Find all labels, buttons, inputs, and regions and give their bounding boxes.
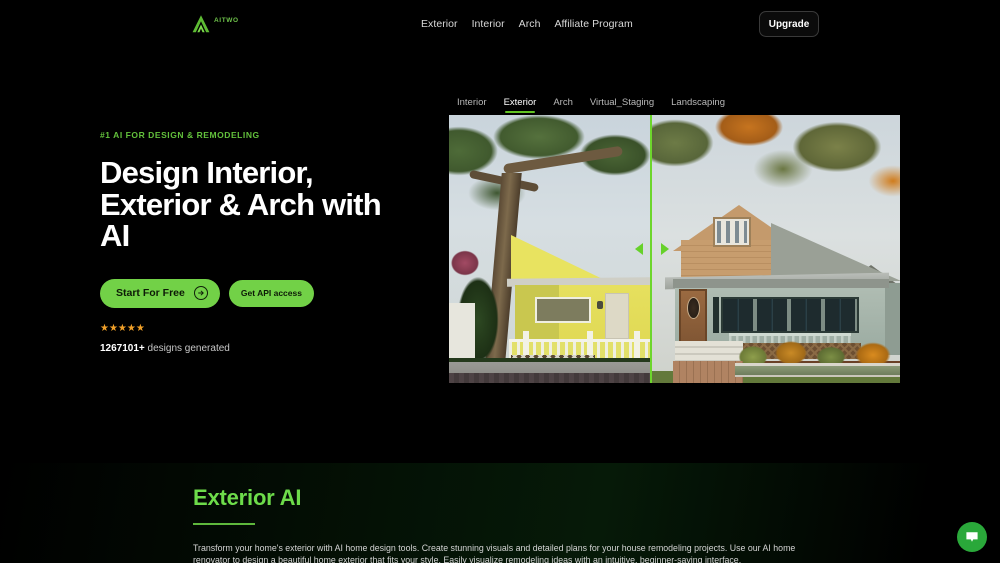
section-underline — [193, 523, 255, 525]
designs-generated-count: 1267101+ — [100, 342, 145, 354]
star-rating-icon: ★★★★★ — [100, 322, 145, 334]
showcase-tabs: Interior Exterior Arch Virtual_Staging L… — [449, 97, 900, 115]
hero-cta-row: Start For Free Get API access — [100, 278, 430, 308]
before-image-pane — [449, 115, 651, 383]
chevron-left-icon — [635, 243, 643, 255]
designs-generated-text: 1267101+ designs generated — [100, 343, 430, 354]
start-for-free-label: Start For Free — [116, 287, 185, 300]
hero-eyebrow: #1 AI FOR DESIGN & REMODELING — [100, 130, 260, 140]
designs-generated-label: designs generated — [144, 342, 230, 354]
upgrade-button[interactable]: Upgrade — [759, 11, 819, 37]
before-image — [449, 115, 651, 383]
after-image-pane — [651, 115, 900, 383]
nav-link-interior[interactable]: Interior — [472, 18, 505, 30]
section-title: Exterior AI — [193, 485, 302, 510]
site-header: AITWO Exterior Interior Arch Affiliate P… — [0, 0, 1000, 48]
exterior-ai-section: Exterior AI Transform your home's exteri… — [0, 463, 1000, 563]
showcase: Interior Exterior Arch Virtual_Staging L… — [449, 97, 900, 383]
chat-widget-button[interactable] — [957, 522, 987, 552]
nav-link-exterior[interactable]: Exterior — [421, 18, 458, 30]
tab-exterior[interactable]: Exterior — [504, 97, 536, 113]
before-after-comparison[interactable] — [449, 115, 900, 383]
section-body-text: Transform your home's exterior with AI h… — [193, 543, 796, 563]
tab-arch[interactable]: Arch — [553, 97, 573, 113]
page-title: Design Interior, Exterior & Arch with AI — [100, 155, 382, 254]
landing-page: AITWO Exterior Interior Arch Affiliate P… — [0, 0, 1000, 563]
after-image — [651, 115, 900, 383]
arch-logo-icon — [192, 15, 210, 33]
nav-link-affiliate-program[interactable]: Affiliate Program — [554, 18, 632, 30]
brand-wordmark: AITWO — [214, 16, 239, 24]
get-api-access-button[interactable]: Get API access — [228, 279, 314, 307]
hero-copy: #1 AI FOR DESIGN & REMODELING Design Int… — [100, 130, 430, 354]
tab-interior[interactable]: Interior — [457, 97, 487, 113]
start-for-free-button[interactable]: Start For Free — [100, 278, 220, 308]
main-nav: Exterior Interior Arch Affiliate Program — [421, 18, 633, 30]
chevron-right-icon — [661, 243, 669, 255]
tab-landscaping[interactable]: Landscaping — [671, 97, 725, 113]
tab-virtual-staging[interactable]: Virtual_Staging — [590, 97, 654, 113]
chat-bubble-icon — [966, 532, 978, 542]
rating-block: ★★★★★ 1267101+ designs generated — [100, 322, 430, 354]
nav-link-arch[interactable]: Arch — [519, 18, 541, 30]
brand-logo[interactable]: AITWO — [190, 13, 239, 35]
arrow-right-icon — [193, 286, 208, 301]
comparison-slider-handle[interactable] — [635, 243, 669, 255]
